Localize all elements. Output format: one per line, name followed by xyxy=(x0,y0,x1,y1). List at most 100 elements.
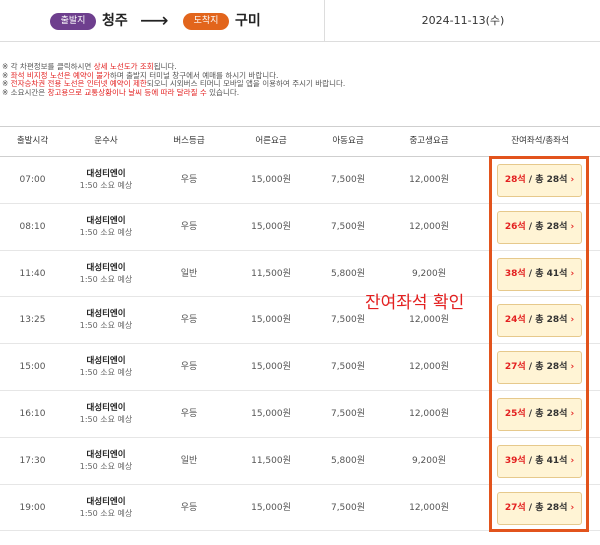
bus-grade: 우등 xyxy=(180,362,198,373)
bus-grade: 우등 xyxy=(180,408,198,419)
header-company: 운수사 xyxy=(94,136,118,146)
seat-select-button[interactable]: 39석 / 총 41석 › xyxy=(497,444,582,478)
table-row[interactable]: 13:25 대성티엔이 1:50 소요 예상 우등 15,000원 7,500원 12,00… xyxy=(0,297,600,345)
company-cell[interactable]: 대성티엔이 1:50 소요 예상 xyxy=(65,216,147,238)
departure-time: 11:40 xyxy=(19,268,46,279)
departure-time: 13:25 xyxy=(19,315,46,326)
adult-fare: 15,000원 xyxy=(251,362,291,373)
table-row[interactable]: 17:30 대성티엔이 1:50 소요 예상 일반 11,500원 5,800원 9,200… xyxy=(0,438,600,485)
adult-fare: 15,000원 xyxy=(251,315,291,326)
departure-time: 08:10 xyxy=(19,221,46,232)
chevron-right-icon: › xyxy=(570,221,575,232)
trip-duration: 1:50 소요 예상 xyxy=(79,274,133,284)
seat-check-callout: 잔여좌석 확인 xyxy=(365,293,465,313)
company-cell[interactable]: 대성티엔이 1:50 소요 예상 xyxy=(65,403,147,425)
company-cell[interactable]: 대성티엔이 1:50 소요 예상 xyxy=(65,169,147,191)
available-seats: 27석 xyxy=(504,362,526,373)
adult-fare: 11,500원 xyxy=(251,455,291,466)
company-name: 대성티엔이 xyxy=(86,449,126,460)
bus-grade: 우등 xyxy=(180,502,198,513)
chevron-right-icon: › xyxy=(570,362,575,373)
arrow-right-icon: ⟶ xyxy=(140,8,169,32)
departure-time: 17:30 xyxy=(19,455,46,466)
seat-select-button[interactable]: 28석 / 총 28석 › xyxy=(497,164,582,197)
route-cities: 출발지 청주 ⟶ 도착지 구미 xyxy=(0,0,325,42)
company-name: 대성티엔이 xyxy=(86,309,126,320)
table-row[interactable]: 07:00 대성티엔이 1:50 소요 예상 우등 15,000원 7,500원 12,00… xyxy=(0,157,600,204)
company-cell[interactable]: 대성티엔이 1:50 소요 예상 xyxy=(65,497,147,519)
trip-duration: 1:50 소요 예상 xyxy=(79,508,133,518)
student-fare: 12,000원 xyxy=(409,175,449,185)
departure-city: 청주 xyxy=(102,13,128,29)
table-header: 출발시각 운수사 버스등급 어른요금 아동요금 중고생요금 잔여좌석/총좌석 xyxy=(0,126,600,157)
student-fare: 9,200원 xyxy=(411,455,447,466)
available-seats: 26석 xyxy=(504,221,526,232)
child-fare: 5,800원 xyxy=(330,455,366,466)
company-name: 대성티엔이 xyxy=(86,169,126,179)
company-name: 대성티엔이 xyxy=(86,496,126,507)
table-row[interactable]: 16:10 대성티엔이 1:50 소요 예상 우등 15,000원 7,500원 12,00… xyxy=(0,391,600,438)
available-seats: 39석 xyxy=(504,455,526,466)
bus-schedule-table: 출발시각 운수사 버스등급 어른요금 아동요금 중고생요금 잔여좌석/총좌석 0… xyxy=(0,126,600,532)
notice-highlight: 창고용으로 교통상황이나 날씨 등에 따라 달라질 수 xyxy=(47,87,207,97)
trip-duration: 1:50 소요 예상 xyxy=(79,461,133,471)
bus-grade: 우등 xyxy=(180,221,198,232)
header-departure-time: 출발시각 xyxy=(16,136,49,146)
trip-duration: 1:50 소요 예상 xyxy=(79,321,133,331)
seat-select-button[interactable]: 24석 / 총 28석 › xyxy=(497,304,582,338)
available-seats: 24석 xyxy=(504,315,526,326)
seat-select-button[interactable]: 25석 / 총 28석 › xyxy=(497,397,582,431)
chevron-right-icon: › xyxy=(570,268,575,279)
student-fare: 12,000원 xyxy=(409,408,449,419)
child-fare: 7,500원 xyxy=(330,502,366,513)
bus-grade: 일반 xyxy=(180,455,198,466)
child-fare: 7,500원 xyxy=(330,175,366,185)
student-fare: 12,000원 xyxy=(409,221,449,232)
chevron-right-icon: › xyxy=(570,408,575,419)
seat-select-button[interactable]: 38석 / 총 41석 › xyxy=(497,257,582,291)
seat-select-button[interactable]: 26석 / 총 28석 › xyxy=(497,210,582,244)
company-cell[interactable]: 대성티엔이 1:50 소요 예상 xyxy=(65,263,147,285)
total-seats: / 총 28석 xyxy=(525,315,568,326)
chevron-right-icon: › xyxy=(570,315,575,326)
total-seats: / 총 41석 xyxy=(525,455,568,466)
notice-text: ※ 소요시간은 xyxy=(2,87,48,97)
company-cell[interactable]: 대성티엔이 1:50 소요 예상 xyxy=(65,450,147,472)
table-row[interactable]: 08:10 대성티엔이 1:50 소요 예상 우등 15,000원 7,500원 12,00… xyxy=(0,204,600,251)
total-seats: / 총 41석 xyxy=(525,268,568,279)
trip-duration: 1:50 소요 예상 xyxy=(79,227,133,237)
adult-fare: 11,500원 xyxy=(251,268,291,279)
adult-fare: 15,000원 xyxy=(251,502,291,513)
chevron-right-icon: › xyxy=(570,175,575,185)
table-row[interactable]: 11:40 대성티엔이 1:50 소요 예상 일반 11,500원 5,800원 9,200… xyxy=(0,251,600,298)
company-cell[interactable]: 대성티엔이 1:50 소요 예상 xyxy=(65,356,147,378)
seat-select-button[interactable]: 27석 / 총 28석 › xyxy=(497,351,582,385)
arrival-badge: 도착지 xyxy=(183,13,229,30)
trip-duration: 1:50 소요 예상 xyxy=(79,414,133,424)
travel-date: 2024-11-13(수) xyxy=(421,14,505,27)
child-fare: 7,500원 xyxy=(330,362,366,373)
company-name: 대성티엔이 xyxy=(86,356,126,367)
bus-grade: 우등 xyxy=(180,175,198,185)
total-seats: / 총 28석 xyxy=(525,362,568,373)
header-child-fare: 아동요금 xyxy=(332,136,364,146)
notice-text: 있습니다. xyxy=(206,87,240,97)
student-fare: 12,000원 xyxy=(409,502,449,513)
company-name: 대성티엔이 xyxy=(86,215,126,226)
table-row[interactable]: 15:00 대성티엔이 1:50 소요 예상 우등 15,000원 7,500원 12,00… xyxy=(0,344,600,391)
seat-select-button[interactable]: 27석 / 총 28석 › xyxy=(497,491,582,525)
table-row[interactable]: 19:00 대성티엔이 1:50 소요 예상 우등 15,000원 7,500원 12,00… xyxy=(0,485,600,532)
total-seats: / 총 28석 xyxy=(525,221,568,232)
child-fare: 7,500원 xyxy=(330,221,366,232)
total-seats: / 총 28석 xyxy=(525,408,568,419)
arrival-city: 구미 xyxy=(235,13,261,29)
departure-time: 07:00 xyxy=(19,175,46,185)
departure-time: 15:00 xyxy=(19,362,46,373)
table-body: 07:00 대성티엔이 1:50 소요 예상 우등 15,000원 7,500원 12,00… xyxy=(0,157,600,532)
adult-fare: 15,000원 xyxy=(251,221,291,232)
available-seats: 27석 xyxy=(504,502,526,513)
bus-grade: 일반 xyxy=(180,268,198,279)
available-seats: 25석 xyxy=(504,408,526,419)
company-cell[interactable]: 대성티엔이 1:50 소요 예상 xyxy=(65,309,147,331)
total-seats: / 총 28석 xyxy=(525,502,568,513)
